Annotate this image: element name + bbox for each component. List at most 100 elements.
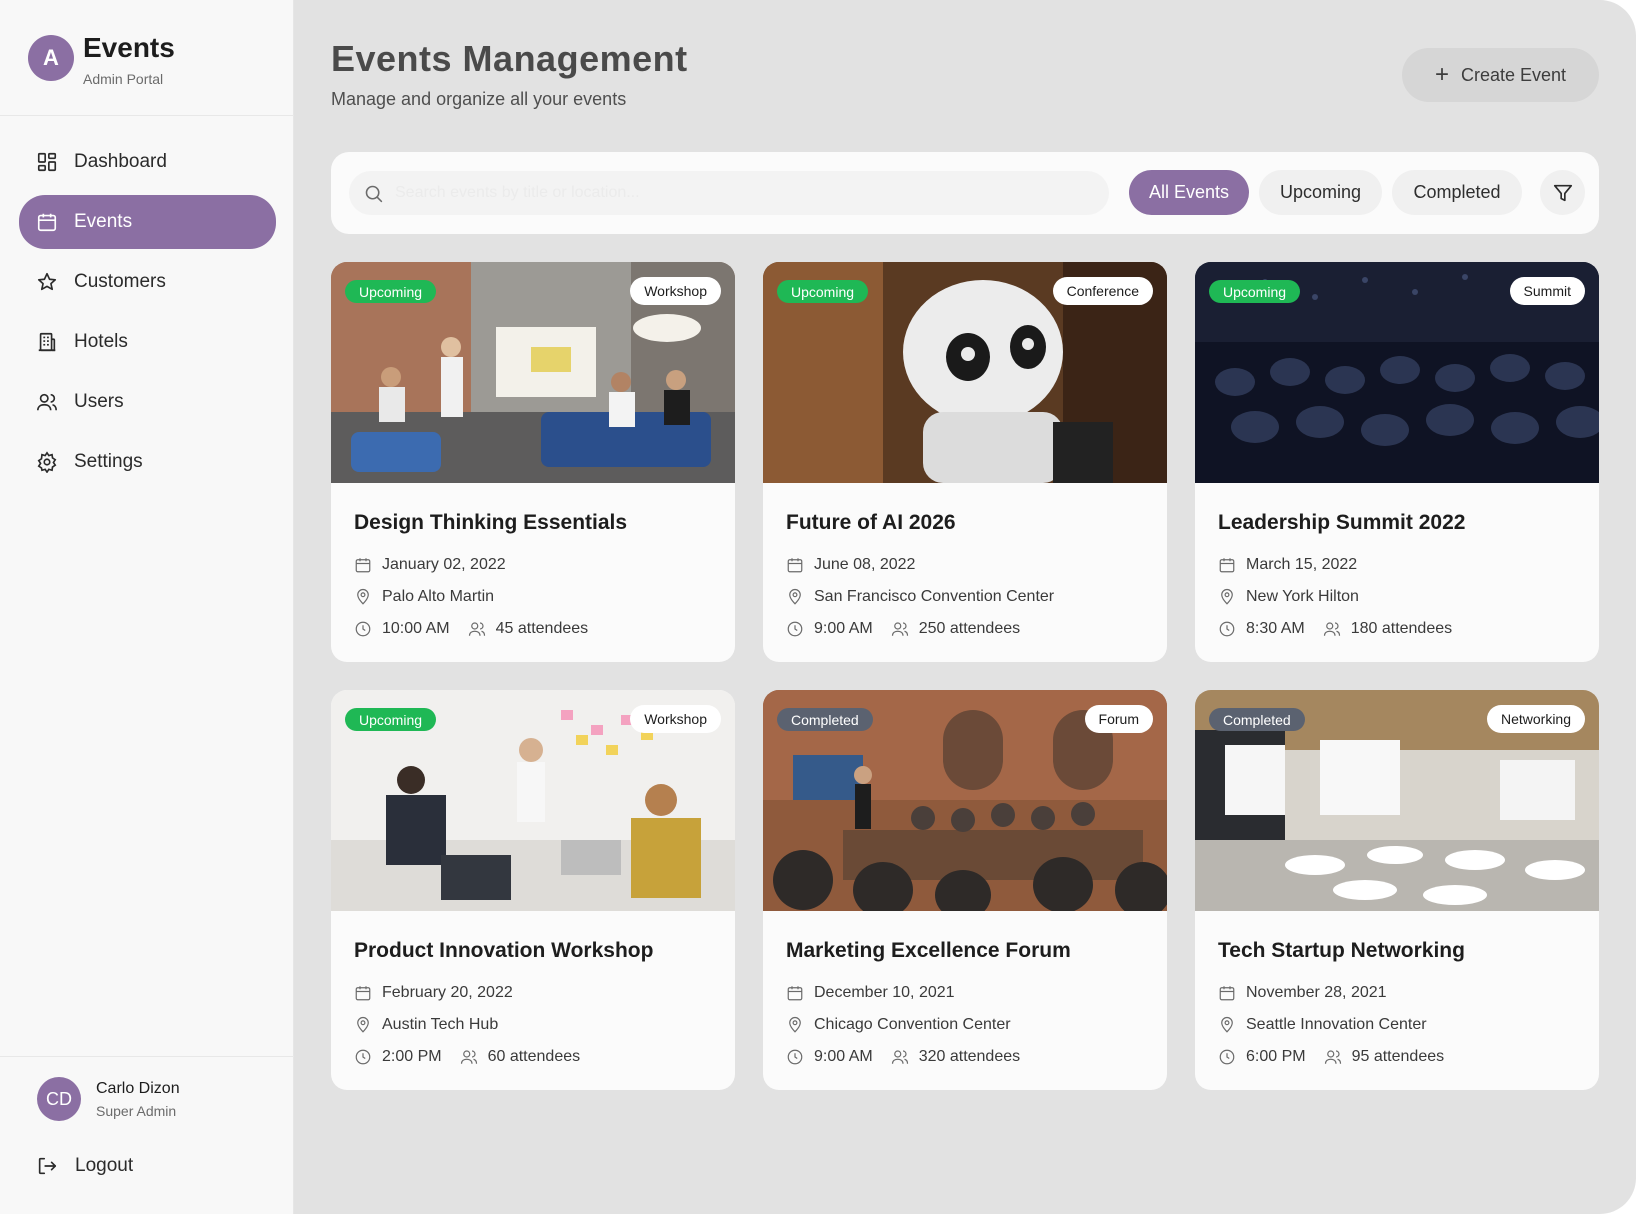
event-card[interactable]: Upcoming Summit Leadership Summit 2022 M… (1195, 262, 1599, 662)
sidebar-item-customers[interactable]: Customers (19, 255, 276, 309)
clock-icon (1219, 1049, 1235, 1065)
plus-icon: + (1434, 61, 1449, 88)
event-location-text: New York Hilton (1246, 588, 1359, 605)
event-time-text: 10:00 AM (382, 620, 450, 637)
event-time: 6:00 PM 95 attendees (1218, 1048, 1444, 1066)
status-badge: Completed (1209, 708, 1305, 731)
type-badge: Networking (1486, 705, 1585, 733)
event-location: Seattle Innovation Center (1218, 1016, 1427, 1034)
location-pin-icon (789, 588, 801, 605)
app-window: A Events Admin Portal Dashboard Events C… (0, 0, 1636, 1214)
calendar-icon (355, 986, 371, 1001)
gear-icon (36, 451, 58, 473)
event-time-text: 6:00 PM (1246, 1048, 1306, 1065)
filter-toolbar: All Events Upcoming Completed (331, 152, 1599, 234)
users-icon (468, 622, 485, 636)
sidebar-item-dashboard[interactable]: Dashboard (19, 135, 276, 189)
event-attendees: 60 attendees (460, 1048, 580, 1066)
users-icon (891, 622, 908, 636)
event-attendees-text: 180 attendees (1350, 620, 1453, 637)
event-card[interactable]: Upcoming Workshop Design Thinking Essent… (331, 262, 735, 662)
logout-button[interactable]: Logout (36, 1155, 133, 1177)
sidebar: A Events Admin Portal Dashboard Events C… (0, 0, 294, 1214)
event-card[interactable]: Completed Networking Tech Startup Networ… (1195, 690, 1599, 1090)
event-location: Palo Alto Martin (354, 588, 494, 606)
event-date-text: December 10, 2021 (814, 984, 955, 1001)
status-badge: Upcoming (345, 708, 437, 731)
event-image: Completed Networking (1195, 690, 1599, 911)
type-badge: Summit (1509, 277, 1585, 305)
sidebar-nav: Dashboard Events Customers Hotels Users … (19, 135, 276, 495)
calendar-icon (355, 558, 371, 573)
avatar[interactable]: CD (37, 1077, 81, 1121)
event-card[interactable]: Upcoming Workshop Product Innovation Wor… (331, 690, 735, 1090)
user-profile: CD Carlo Dizon Super Admin Logout (0, 1056, 294, 1214)
event-attendees: 95 attendees (1324, 1048, 1444, 1066)
clock-icon (787, 621, 803, 637)
event-card[interactable]: Upcoming Conference Future of AI 2026 Ju… (763, 262, 1167, 662)
type-badge: Workshop (630, 277, 721, 305)
sidebar-item-hotels[interactable]: Hotels (19, 315, 276, 369)
event-date-text: March 15, 2022 (1246, 556, 1358, 573)
create-event-button[interactable]: + Create Event (1402, 48, 1599, 102)
event-date-text: June 08, 2022 (814, 556, 916, 573)
event-location-text: San Francisco Convention Center (814, 588, 1055, 605)
clock-icon (787, 1049, 803, 1065)
location-pin-icon (789, 1016, 801, 1033)
users-icon (1323, 622, 1340, 636)
building-icon (36, 331, 58, 353)
event-time: 8:30 AM 180 attendees (1218, 620, 1452, 638)
event-title: Leadership Summit 2022 (1218, 511, 1466, 534)
brand-title: Events (83, 32, 175, 63)
sidebar-item-events[interactable]: Events (19, 195, 276, 249)
event-location-text: Austin Tech Hub (382, 1016, 499, 1033)
sidebar-item-label: Users (74, 391, 124, 412)
event-time-text: 9:00 AM (814, 1048, 873, 1065)
event-attendees: 250 attendees (891, 620, 1020, 638)
event-title: Future of AI 2026 (786, 511, 956, 534)
sidebar-item-label: Settings (74, 451, 143, 472)
logout-label: Logout (75, 1155, 134, 1176)
filter-chip-all-events[interactable]: All Events (1129, 170, 1249, 215)
clock-icon (355, 1049, 371, 1065)
main-content: Events Management Manage and organize al… (294, 0, 1636, 1214)
calendar-icon (1219, 986, 1235, 1001)
event-date: June 08, 2022 (786, 556, 915, 574)
sidebar-item-settings[interactable]: Settings (19, 435, 276, 489)
user-role: Super Admin (96, 1103, 177, 1119)
event-attendees-text: 250 attendees (918, 620, 1021, 637)
event-location: San Francisco Convention Center (786, 588, 1054, 606)
event-image: Upcoming Conference (763, 262, 1167, 483)
sidebar-item-label: Customers (74, 271, 166, 292)
event-time-text: 8:30 AM (1246, 620, 1305, 637)
create-event-label: Create Event (1460, 64, 1567, 85)
type-badge: Workshop (630, 705, 721, 733)
page-subtitle: Manage and organize all your events (331, 89, 627, 109)
event-attendees: 45 attendees (468, 620, 588, 638)
event-time-text: 9:00 AM (814, 620, 873, 637)
event-title: Marketing Excellence Forum (786, 939, 1071, 962)
filter-chip-completed[interactable]: Completed (1392, 170, 1522, 215)
user-name: Carlo Dizon (96, 1080, 180, 1097)
event-card[interactable]: Completed Forum Marketing Excellence For… (763, 690, 1167, 1090)
filter-icon (1553, 184, 1572, 201)
logout-icon (38, 1157, 57, 1175)
sidebar-item-users[interactable]: Users (19, 375, 276, 429)
filter-button[interactable] (1540, 170, 1585, 215)
event-date-text: January 02, 2022 (382, 556, 506, 573)
status-badge: Completed (777, 708, 873, 731)
search-input[interactable] (395, 171, 1095, 215)
event-attendees-text: 320 attendees (918, 1048, 1021, 1065)
event-image: Upcoming Summit (1195, 262, 1599, 483)
event-image: Upcoming Workshop (331, 690, 735, 911)
sidebar-item-label: Events (74, 211, 133, 232)
clock-icon (1219, 621, 1235, 637)
search-box (349, 171, 1109, 215)
event-image: Completed Forum (763, 690, 1167, 911)
event-attendees: 180 attendees (1323, 620, 1452, 638)
filter-chip-upcoming[interactable]: Upcoming (1259, 170, 1382, 215)
event-date: March 15, 2022 (1218, 556, 1357, 574)
event-title: Design Thinking Essentials (354, 511, 628, 534)
event-time-text: 2:00 PM (382, 1048, 442, 1065)
calendar-icon (36, 211, 58, 233)
